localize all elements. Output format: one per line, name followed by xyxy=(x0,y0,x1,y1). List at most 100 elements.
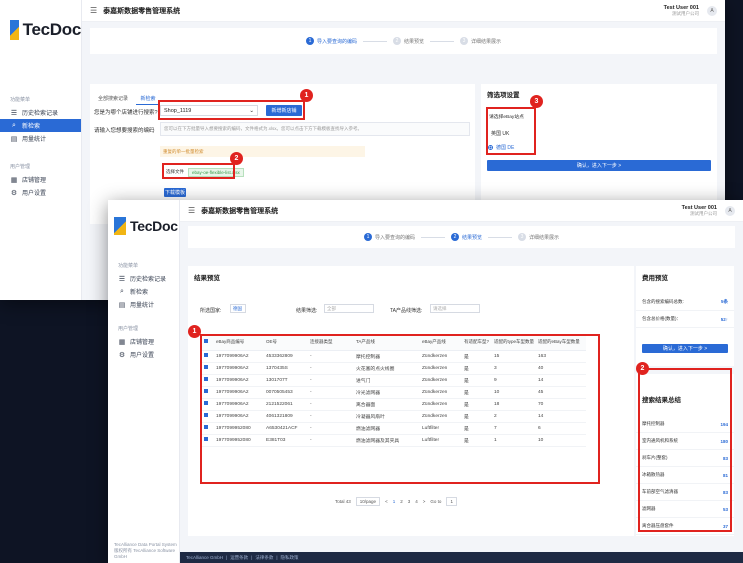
footer-link[interactable]: 法律条款 xyxy=(255,555,273,561)
step-2: 2 结果预览 xyxy=(450,233,482,241)
step-label: 详细结果展示 xyxy=(471,38,502,45)
menu-toggle-icon[interactable]: ☰ xyxy=(188,206,195,215)
menu-toggle-icon[interactable]: ☰ xyxy=(90,6,97,15)
goto-label: Go to xyxy=(430,499,442,504)
stepper: 1 导入要查询的编码 2 结果预览 3 详细结果展示 xyxy=(188,226,735,248)
country-filter-value[interactable]: 德国 xyxy=(230,304,246,313)
sidebar-item-user-settings[interactable]: ⚙ 用户设置 xyxy=(0,186,81,199)
main-area: 1 导入要查询的编码 2 结果预览 3 详细结果展示 结果预览 所选国家: 德国 结果… xyxy=(180,222,743,552)
nav-group-label: 功能菜单 xyxy=(118,263,139,269)
step-number: 3 xyxy=(460,37,468,45)
result-filter-label: 结果筛选: xyxy=(296,308,318,314)
link-separator: | xyxy=(276,555,278,560)
sidebar-item-shops[interactable]: ▦ 店铺管理 xyxy=(108,335,179,348)
country-filter-label: 所选国家: xyxy=(200,308,222,314)
shop-label: 您是为哪个店铺进行搜索? xyxy=(94,110,158,116)
gear-icon: ⚙ xyxy=(10,189,18,197)
step-label: 导入要查询的编码 xyxy=(316,38,357,45)
cost-value: 5条 xyxy=(720,299,728,304)
results-card: 结果预览 所选国家: 德国 结果筛选: 全部 TA产品线筛选: 请选择 eBay… xyxy=(188,266,634,536)
search-icon: ⌕ xyxy=(120,287,124,295)
page-button[interactable]: 1 xyxy=(393,499,396,504)
cost-label: 包含的搜索编码总数: xyxy=(642,299,684,304)
sidebar-item-label: 历史检索记录 xyxy=(130,277,167,283)
confirm-next-button[interactable]: 确认，进入下一步 > xyxy=(487,160,711,171)
nav-group-label: 用户管理 xyxy=(10,164,31,170)
step-2: 2 结果预览 xyxy=(392,37,424,45)
search-tabs: 全部搜索记录 新检索 xyxy=(94,87,160,105)
download-template-button[interactable]: 下载模板 xyxy=(164,188,186,197)
sidebar-item-usage[interactable]: ▤ 用量统计 xyxy=(108,298,179,311)
step-3: 3 详细结果展示 xyxy=(460,37,501,45)
topbar: ☰ 泰嘉斯数据零售管理系统 Test User 001 测试用户公司 A xyxy=(82,0,725,22)
step-label: 结果预览 xyxy=(403,38,424,45)
step-3: 3 详细结果展示 xyxy=(518,233,559,241)
footer-link[interactable]: 运营条款 xyxy=(230,555,248,561)
sidebar-item-history[interactable]: ☰ 历史检索记录 xyxy=(0,106,81,119)
cost-label: 包含总价格(数量)： xyxy=(642,316,681,321)
avatar[interactable]: A xyxy=(707,5,717,16)
window-step2: TecDoc 功能菜单 ☰ 历史检索记录 ⌕ 新检索 ▤ 用量统计 用户管理 ▦ 店铺管… xyxy=(108,200,743,563)
search-icon: ⌕ xyxy=(12,121,16,129)
store-icon: ▦ xyxy=(10,176,18,184)
sidebar-item-user-settings[interactable]: ⚙ 用户设置 xyxy=(108,348,179,361)
codes-label: 请输入您想要搜索的编码 xyxy=(94,128,155,134)
step-number: 1 xyxy=(305,37,314,45)
footer-link[interactable]: 隐私政策 xyxy=(281,555,299,561)
page-size-select[interactable]: 10/page xyxy=(355,497,381,506)
sidebar-item-new-search[interactable]: ⌕ 新检索 xyxy=(108,285,179,298)
pagination-total: Total 43 xyxy=(335,499,351,504)
cost-title: 费用预览 xyxy=(642,275,668,282)
bottom-bar: TecAlliance GmbH | 运营条款 | 法律条款 | 隐私政策 xyxy=(180,552,743,563)
logo: TecDoc xyxy=(0,10,81,50)
sidebar-item-label: 用量统计 xyxy=(22,137,47,143)
ta-filter-select[interactable]: 请选择 xyxy=(430,304,480,313)
ta-filter-label: TA产品线筛选: xyxy=(390,308,423,314)
footer-link[interactable]: TecAlliance GmbH xyxy=(186,555,223,560)
page-button[interactable]: 2 xyxy=(400,499,403,504)
sidebar-item-shops[interactable]: ▦ 店铺管理 xyxy=(0,173,81,186)
step-1: 1 导入要查询的编码 xyxy=(305,37,357,45)
store-icon: ▦ xyxy=(118,338,126,346)
step-connector xyxy=(430,40,454,42)
page-button[interactable]: 4 xyxy=(415,499,418,504)
sidebar-item-label: 新检索 xyxy=(22,124,41,130)
avatar[interactable]: A xyxy=(725,205,735,216)
user-info[interactable]: Test User 001 测试用户公司 xyxy=(682,205,717,217)
sidebar: TecDoc 功能菜单 ☰ 历史检索记录 ⌕ 新检索 ▤ 用量统计 用户管理 ▦ 店铺管… xyxy=(108,200,180,563)
sidebar-item-new-search[interactable]: ⌕ 新检索 xyxy=(0,119,81,132)
prev-page-button[interactable]: < xyxy=(385,499,388,504)
page-button[interactable]: 3 xyxy=(408,499,411,504)
tab-all-records[interactable]: 全部搜索记录 xyxy=(94,93,132,104)
sidebar-item-label: 用户设置 xyxy=(22,191,47,197)
sidebar-item-history[interactable]: ☰ 历史检索记录 xyxy=(108,272,179,285)
tab-new-search[interactable]: 新检索 xyxy=(136,93,160,105)
stats-card: 搜索结果总结 摩托控制器 194 室内通风机和系统 180 刹车片(整套) 83 冰箱散热器… xyxy=(636,362,734,536)
sidebar-item-label: 用量统计 xyxy=(130,303,155,309)
tecdoc-logo-icon xyxy=(10,20,19,40)
next-page-button[interactable]: > xyxy=(423,499,426,504)
result-filter-select[interactable]: 全部 xyxy=(324,304,374,313)
sidebar-item-label: 店铺管理 xyxy=(130,340,155,346)
highlight-box-1 xyxy=(158,100,305,120)
filter-title: 筛选项设置 xyxy=(487,92,520,99)
stepper: 1 导入要查询的编码 2 结果预览 3 详细结果展示 xyxy=(90,28,717,54)
nav-group-label: 用户管理 xyxy=(118,326,139,332)
annotation-badge-2: 2 xyxy=(636,362,649,375)
link-separator: | xyxy=(226,555,228,560)
app-title: 泰嘉斯数据零售管理系统 xyxy=(201,207,279,215)
annotation-badge-3: 3 xyxy=(530,95,543,108)
confirm-next-button[interactable]: 确认，进入下一步 > xyxy=(642,344,728,353)
gear-icon: ⚙ xyxy=(118,351,126,359)
topbar: ☰ 泰嘉斯数据零售管理系统 Test User 001 测试用户公司 A xyxy=(180,200,743,222)
sidebar-item-label: 店铺管理 xyxy=(22,178,47,184)
step-number: 2 xyxy=(450,233,459,241)
logo: TecDoc xyxy=(108,210,179,242)
goto-page-input[interactable]: 1 xyxy=(446,497,457,506)
codes-hint: 您可以在下方批量导入想要搜索的编码，文件格式为.xlsx。您可以点击下方下载模板… xyxy=(160,122,470,136)
user-org: 测试用户公司 xyxy=(672,10,699,16)
sidebar-item-usage[interactable]: ▤ 用量统计 xyxy=(0,132,81,145)
sidebar-item-label: 新检索 xyxy=(130,290,149,296)
user-info[interactable]: Test User 001 测试用户公司 xyxy=(664,5,699,17)
results-title: 结果预览 xyxy=(194,275,220,282)
